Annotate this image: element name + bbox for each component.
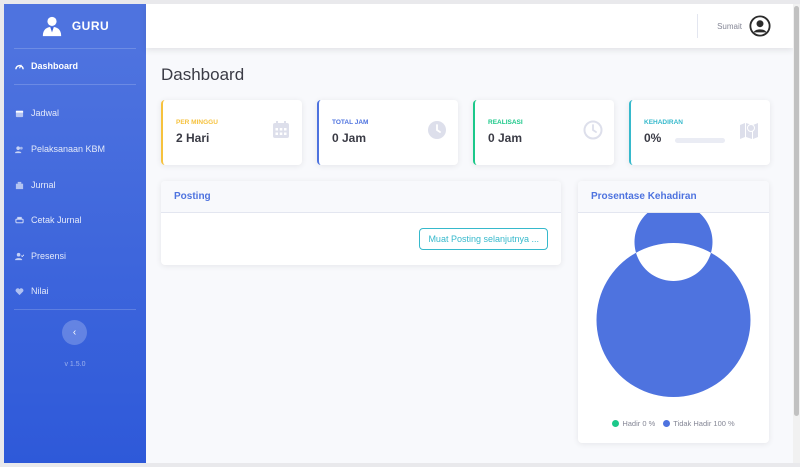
version-label: v 1.5.0: [64, 361, 86, 368]
stat-card-total-jam: TOTAL JAM 0 Jam: [317, 100, 458, 165]
app-window: GURU Dashboard Jadwal Pelaksanaan KBM Ju…: [4, 4, 793, 463]
sidebar-item-jadwal[interactable]: Jadwal: [4, 108, 70, 118]
attendance-donut-chart: [596, 213, 751, 397]
window-scrollbar[interactable]: [793, 4, 800, 463]
user-check-icon: [15, 252, 24, 260]
sidebar-item-label: Dashboard: [31, 61, 79, 71]
load-more-posts-button[interactable]: Muat Posting selanjutnya ...: [419, 228, 548, 250]
page-title: Dashboard: [161, 65, 245, 84]
topbar: Sumait: [146, 4, 793, 48]
legend-item-tidak-hadir[interactable]: Tidak Hadir 100 %: [663, 419, 735, 428]
stat-label: PER MINGGU: [176, 119, 218, 126]
sidebar-item-dashboard[interactable]: Dashboard: [4, 61, 89, 71]
stat-card-per-minggu: PER MINGGU 2 Hari: [161, 100, 302, 165]
topbar-divider: [697, 14, 698, 38]
stat-label: REALISASI: [488, 119, 523, 126]
scrollbar-thumb[interactable]: [794, 6, 799, 416]
sidebar-toggle-button[interactable]: ‹: [62, 320, 87, 345]
sidebar-divider: [14, 309, 136, 310]
username: Sumait: [717, 21, 742, 31]
book-icon: [15, 181, 24, 189]
sidebar-item-label: Jurnal: [31, 180, 56, 190]
clock-icon: [428, 121, 446, 139]
brand-text: GURU: [71, 19, 110, 33]
calendar-icon: [15, 110, 24, 117]
sidebar-brand[interactable]: GURU: [4, 4, 146, 48]
legend-label: Tidak Hadir 100 %: [673, 419, 735, 428]
legend-item-hadir[interactable]: Hadir 0 %: [612, 419, 655, 428]
stat-card-kehadiran: KEHADIRAN 0%: [629, 100, 770, 165]
stat-value: 0 Jam: [488, 131, 523, 145]
sidebar-item-presensi[interactable]: Presensi: [4, 251, 77, 261]
attendance-progress-bar: [675, 138, 725, 143]
sidebar-item-pelaksanaan-kbm[interactable]: Pelaksanaan KBM: [4, 144, 116, 154]
legend-dot: [663, 420, 671, 427]
sidebar-item-label: Cetak Jurnal: [31, 215, 82, 225]
sidebar-item-nilai[interactable]: Nilai: [4, 286, 60, 296]
sidebar-item-label: Presensi: [31, 251, 67, 261]
sidebar-divider: [14, 84, 136, 85]
stat-value: 2 Hari: [176, 131, 210, 145]
stat-value: 0%: [644, 131, 662, 145]
attendance-panel: Prosentase Kehadiran: [578, 181, 769, 443]
legend-label: Hadir 0 %: [622, 419, 656, 428]
teacher-icon: [42, 16, 61, 37]
sidebar: GURU Dashboard Jadwal Pelaksanaan KBM Ju…: [4, 4, 146, 463]
stat-value: 0 Jam: [332, 131, 367, 145]
posting-panel: Posting Muat Posting selanjutnya ...: [161, 181, 561, 265]
stat-label: TOTAL JAM: [332, 119, 369, 126]
stat-label: KEHADIRAN: [644, 119, 683, 126]
sidebar-divider: [14, 48, 136, 49]
sidebar-item-jurnal[interactable]: Jurnal: [4, 180, 67, 190]
sidebar-item-label: Nilai: [31, 286, 49, 296]
sidebar-item-cetak-jurnal[interactable]: Cetak Jurnal: [4, 215, 93, 225]
users-icon: [15, 145, 23, 153]
stat-card-realisasi: REALISASI 0 Jam: [473, 100, 614, 165]
tachometer-icon: [15, 63, 24, 69]
clock-icon: [583, 120, 603, 140]
heart-icon: [15, 287, 24, 295]
sidebar-item-label: Jadwal: [31, 108, 60, 118]
legend-dot: [612, 420, 620, 427]
chevron-left-icon: ‹: [72, 327, 77, 338]
attendance-panel-title: Prosentase Kehadiran: [578, 181, 769, 213]
user-menu[interactable]: Sumait: [717, 15, 771, 37]
donut-slice-tidak-hadir[interactable]: [596, 213, 751, 397]
attendance-legend: Hadir 0 % Tidak Hadir 100 %: [578, 419, 769, 428]
posting-panel-title: Posting: [161, 181, 561, 213]
print-icon: [15, 216, 24, 223]
map-icon: [740, 123, 758, 139]
sidebar-item-label: Pelaksanaan KBM: [31, 144, 106, 154]
user-avatar-icon: [749, 15, 771, 37]
calendar-icon: [273, 121, 289, 138]
